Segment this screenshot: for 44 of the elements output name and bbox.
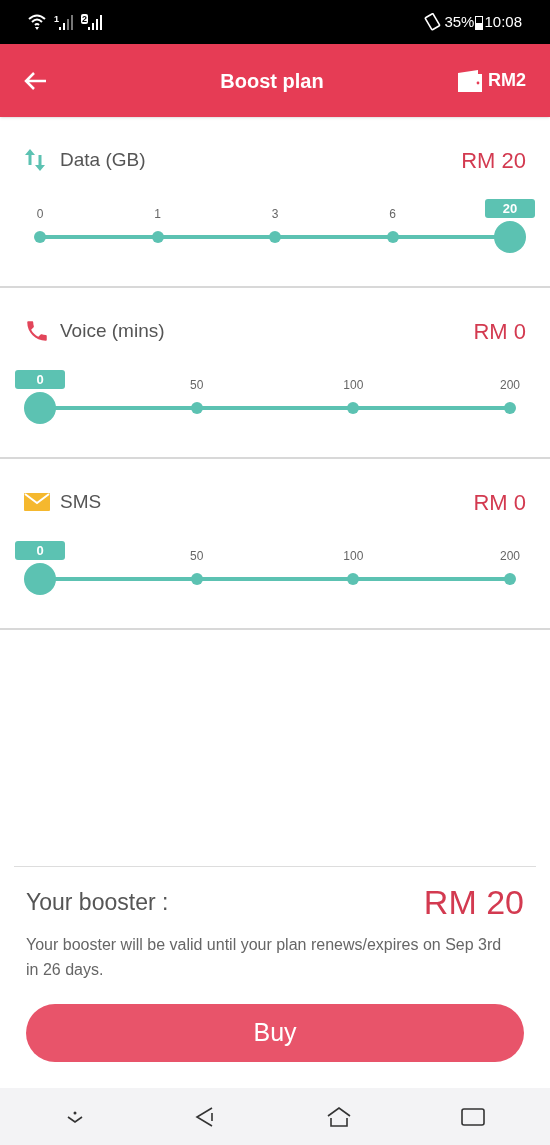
plan-price: RM 0 [473,317,526,346]
value-bubble: 20 [485,199,535,218]
tick-label: 3 [271,206,279,223]
wifi-icon [28,14,46,30]
clock: 10:08 [484,11,522,32]
sim-number: 1 [54,14,59,24]
plan-price: RM 0 [473,488,526,517]
plan-price: RM 20 [461,146,526,175]
battery-percent: 35% [444,11,475,32]
slider-thumb[interactable] [24,392,56,424]
tick-label: 0 [36,206,44,223]
screen-title: Boost plan [219,68,325,94]
signal-icon [59,14,73,30]
tick-label: 200 [500,548,520,565]
wallet-icon[interactable] [456,68,484,93]
vibrate-icon [422,13,443,31]
signal-icon [88,14,103,30]
tick-label: 100 [343,548,364,565]
booster-label: Your booster : [26,888,169,918]
battery-icon [475,14,484,30]
buy-button[interactable]: Buy [26,1004,524,1062]
booster-total: RM 20 [423,882,524,923]
tick-label: 50 [190,548,204,565]
envelope-icon [24,492,50,512]
back-arrow-icon[interactable] [24,70,48,91]
up-down-arrows-icon [24,147,46,173]
sim-number: 2 [81,14,89,24]
value-bubble: 0 [15,541,65,560]
tick-label: 1 [154,206,161,223]
plan-label: SMS [60,489,102,514]
tick-label: 200 [500,377,520,394]
phone-icon [24,318,50,344]
recent-apps-icon[interactable] [461,1106,486,1127]
value-bubble: 0 [15,370,65,389]
tick-label: 6 [389,206,396,223]
home-icon[interactable] [325,1105,352,1128]
plan-label: Data (GB) [60,147,146,172]
slider-thumb[interactable] [494,221,526,253]
wallet-balance: RM2 [488,69,526,92]
validity-note: Your booster will be valid until your plan renews/expires on Sep 3rd in 26 days. [26,935,503,980]
slider-thumb[interactable] [24,563,56,595]
plan-label: Voice (mins) [60,318,165,343]
tick-label: 100 [343,377,364,394]
tick-label: 50 [190,377,204,394]
